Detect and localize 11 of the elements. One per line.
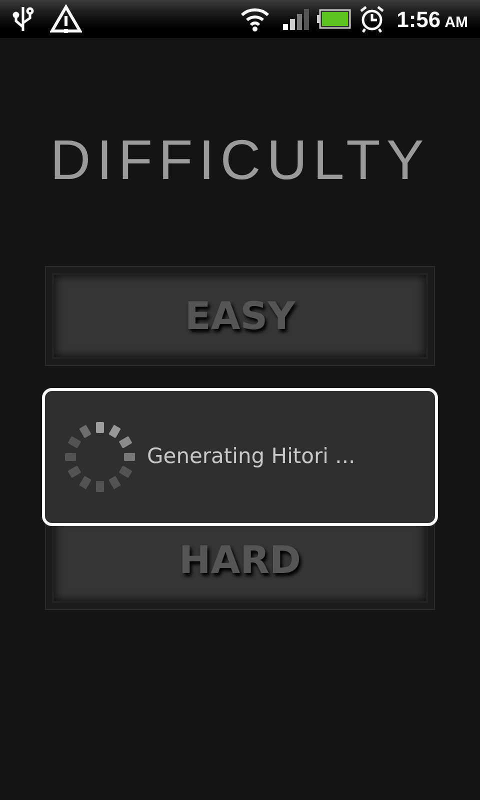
screen-title: DIFFICULTY: [50, 130, 430, 190]
wifi-icon: [238, 6, 271, 32]
loading-spinner-icon: [65, 422, 135, 492]
signal-icon: [282, 8, 309, 30]
clock-time: 1:56: [396, 6, 441, 34]
progress-message: Generating Hitori ...: [147, 443, 356, 470]
usb-icon: [12, 5, 34, 33]
battery-icon: [316, 9, 351, 29]
clock-period: AM: [444, 12, 468, 32]
alarm-clock-icon: [358, 5, 385, 33]
warning-icon: [50, 4, 82, 34]
